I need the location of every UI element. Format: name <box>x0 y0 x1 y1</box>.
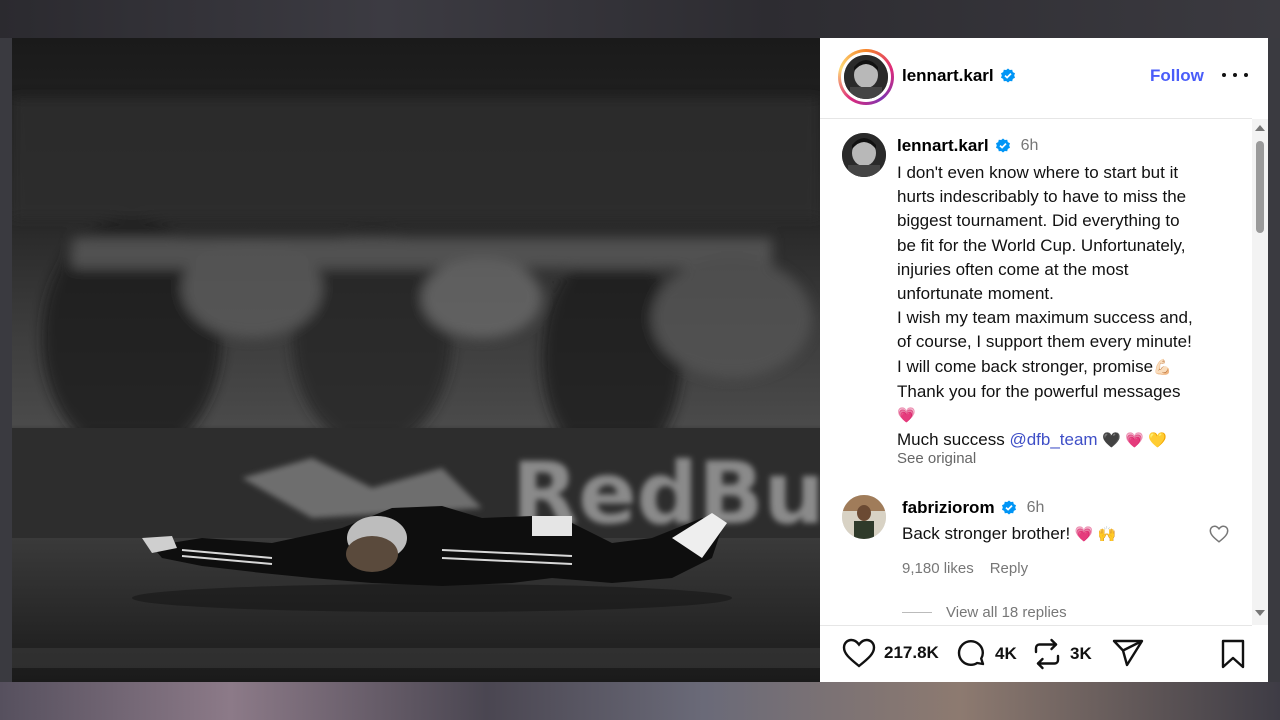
view-replies-label[interactable]: View all 18 replies <box>946 604 1067 621</box>
caption-line: Thank you for the powerful messages <box>897 381 1181 401</box>
avatar <box>844 55 888 99</box>
comment-heart-icon[interactable] <box>1208 523 1230 545</box>
see-original-link[interactable]: See original <box>897 450 976 467</box>
caption-header: lennart.karl 6h <box>897 136 1038 156</box>
caption-line: be fit for the World Cup. Unfortunately, <box>897 235 1186 255</box>
comment-count: 4K <box>995 644 1017 663</box>
caption-time: 6h <box>1020 137 1039 154</box>
scroll-down-icon[interactable] <box>1255 610 1265 616</box>
comment-action[interactable]: 4K <box>955 638 1017 670</box>
backdrop-left <box>0 38 12 682</box>
repost-action[interactable]: 3K <box>1032 638 1092 670</box>
action-bar: 217.8K 4K 3K <box>820 626 1268 682</box>
more-options-icon[interactable] <box>1222 64 1248 86</box>
post-photo: RedBull <box>12 38 820 682</box>
repost-count: 3K <box>1070 644 1092 663</box>
comment-username[interactable]: fabriziorom <box>902 498 995 518</box>
comment-meta: 9,180 likes Reply <box>902 560 1028 577</box>
muscle-emoji: 💪🏻 <box>1153 358 1172 376</box>
comments-scroll-area[interactable]: lennart.karl 6h I don't even know where … <box>820 119 1268 625</box>
caption-line: I wish my team maximum success and, <box>897 308 1193 328</box>
backdrop-top <box>0 0 1280 38</box>
comment-likes[interactable]: 9,180 likes <box>902 560 974 577</box>
heart-emoji: 💗 <box>897 407 916 425</box>
share-icon[interactable] <box>1112 638 1144 668</box>
comment-icon[interactable] <box>955 638 987 670</box>
caption-username[interactable]: lennart.karl <box>897 136 989 156</box>
mention-link[interactable]: @dfb_team <box>1009 430 1097 449</box>
comment-header: fabriziorom 6h <box>902 498 1044 518</box>
comment-text: Back stronger brother! 💗 🙌 <box>902 524 1116 544</box>
backdrop-bottom <box>0 682 1280 720</box>
comment-avatar[interactable] <box>842 495 886 539</box>
caption-line-with-emoji: I will come back stronger, promise💪🏻 <box>897 355 1237 380</box>
username-text[interactable]: lennart.karl <box>902 66 994 86</box>
scrollbar[interactable] <box>1252 119 1268 625</box>
scrollbar-thumb[interactable] <box>1256 141 1264 233</box>
caption-line: I don't even know where to start but it <box>897 163 1179 182</box>
scroll-up-icon[interactable] <box>1255 125 1265 131</box>
verified-badge-icon <box>995 138 1010 153</box>
backdrop-right <box>1268 38 1280 682</box>
verified-badge-icon <box>1000 68 1015 83</box>
hearts-emoji: 🖤 💗 💛 <box>1102 432 1167 450</box>
story-avatar[interactable] <box>838 49 894 105</box>
post-header: lennart.karl Follow <box>820 38 1268 118</box>
caption-line: I will come back stronger, promise <box>897 356 1154 376</box>
replies-dash <box>902 612 932 613</box>
comment-emojis: 💗 🙌 <box>1074 526 1117 543</box>
caption-avatar[interactable] <box>842 133 886 177</box>
reply-button[interactable]: Reply <box>990 560 1028 577</box>
caption-line: injuries often come at the most <box>897 259 1129 279</box>
comment-time: 6h <box>1026 499 1045 516</box>
caption-line: of course, I support them every minute! <box>897 332 1192 352</box>
share-action[interactable] <box>1112 638 1144 668</box>
caption-line: hurts indescribably to have to miss the <box>897 187 1187 207</box>
verified-badge-icon <box>1001 500 1016 515</box>
comment-text-content: Back stronger brother! <box>902 524 1075 543</box>
like-action[interactable]: 217.8K <box>842 638 939 668</box>
like-count: 217.8K <box>884 643 939 662</box>
repost-icon[interactable] <box>1032 638 1062 670</box>
view-replies-button[interactable]: View all 18 replies <box>902 604 1067 621</box>
heart-icon[interactable] <box>842 638 876 668</box>
post-panel: lennart.karl Follow lennart.karl 6h I do… <box>820 38 1268 682</box>
caption-line: biggest tournament. Did everything to <box>897 211 1180 231</box>
bookmark-icon[interactable] <box>1220 639 1246 669</box>
follow-button[interactable]: Follow <box>1150 66 1204 86</box>
caption-line: unfortunate moment. <box>897 284 1054 304</box>
caption-text: I don't even know where to start but it … <box>897 161 1237 453</box>
caption-line: Much success <box>897 430 1010 450</box>
header-username[interactable]: lennart.karl <box>902 66 1016 86</box>
